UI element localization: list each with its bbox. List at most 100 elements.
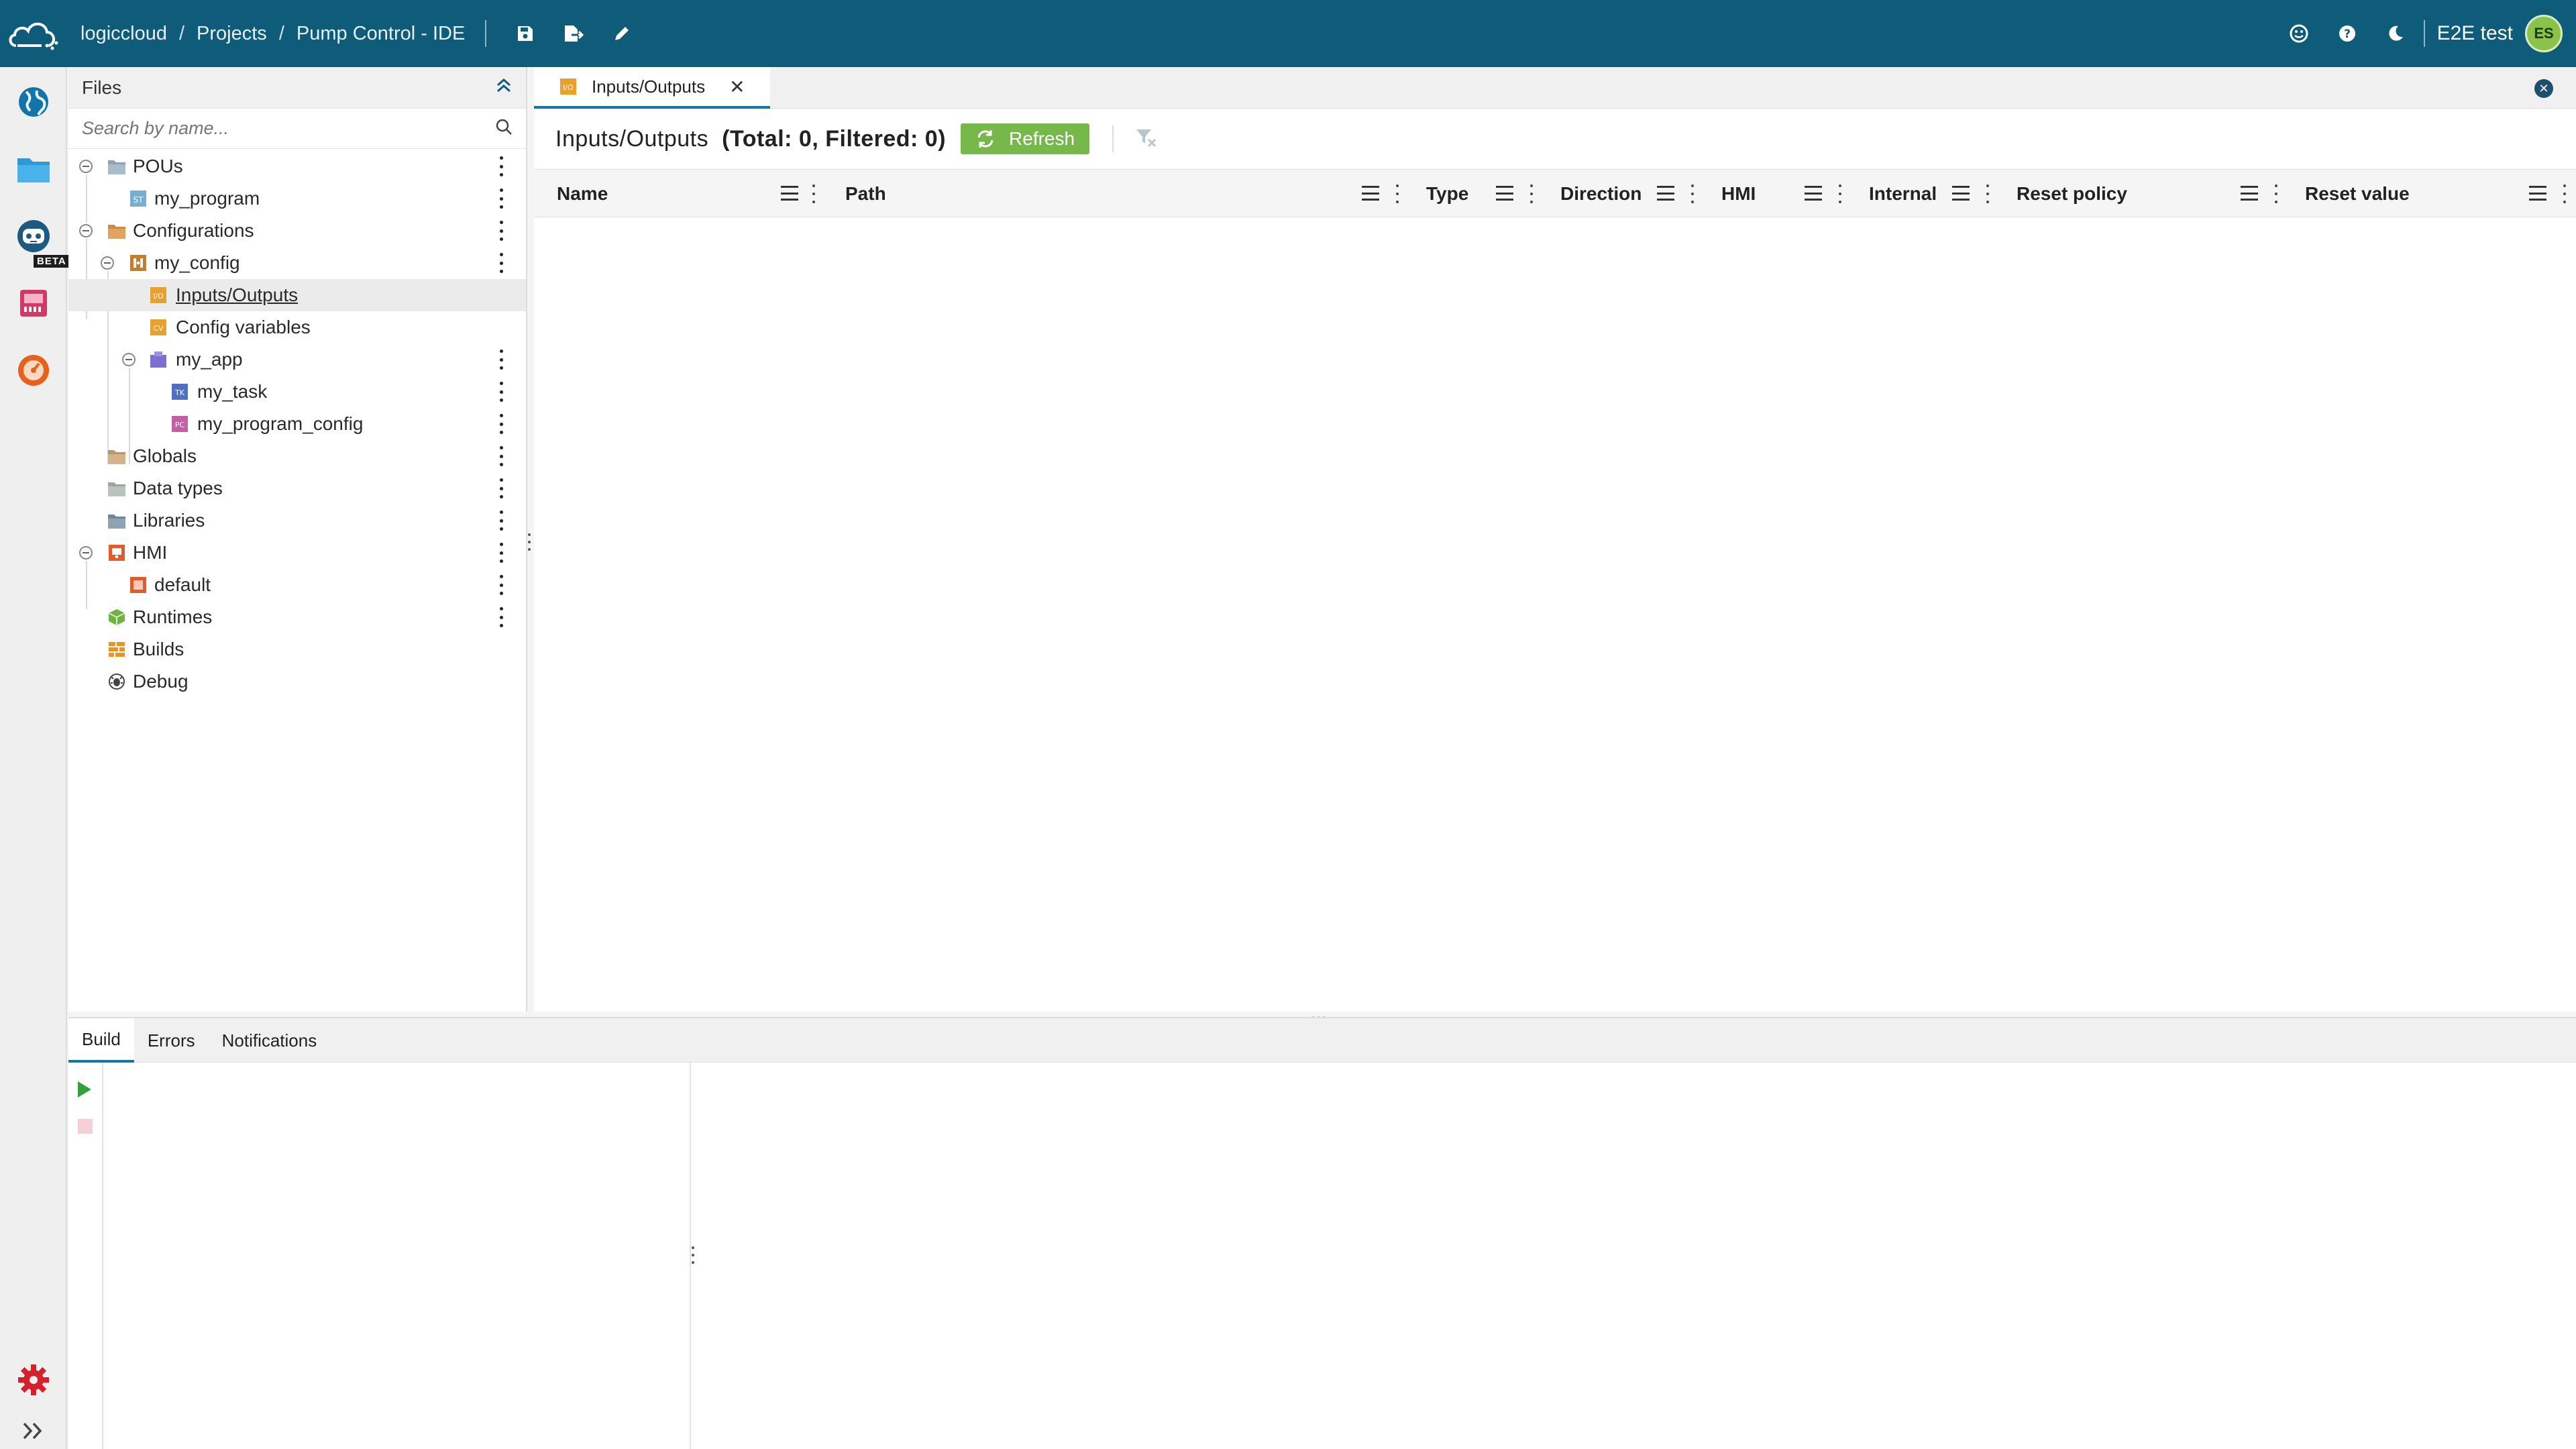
column-menu-icon[interactable] (1952, 186, 1970, 201)
more-menu-icon[interactable] (498, 446, 504, 466)
settings-gear-icon[interactable] (0, 1353, 67, 1407)
column-header-name[interactable]: Name (557, 170, 608, 218)
breadcrumb-projects[interactable]: Projects (197, 23, 267, 45)
tree-item-my-program-config[interactable]: PC my_program_config (68, 408, 526, 440)
cloud-logo-icon[interactable] (0, 0, 67, 67)
breadcrumb-root[interactable]: logiccloud (80, 23, 167, 45)
tree-item-label: my_task (197, 381, 268, 402)
column-resize-handle[interactable] (1690, 184, 1695, 203)
close-all-tabs-icon[interactable]: ✕ (2534, 79, 2553, 98)
more-menu-icon[interactable] (498, 382, 504, 402)
tree-item-default[interactable]: default (68, 569, 526, 601)
feedback-icon[interactable] (2275, 0, 2323, 67)
column-menu-icon[interactable] (1805, 186, 1822, 201)
stop-icon[interactable] (78, 1119, 93, 1134)
more-menu-icon[interactable] (498, 543, 504, 563)
tree-item-label: POUs (133, 156, 183, 176)
tab-errors[interactable]: Errors (134, 1018, 209, 1063)
divider (1112, 125, 1114, 152)
collapse-toggle-icon[interactable] (101, 256, 114, 270)
column-header-direction[interactable]: Direction (1560, 170, 1642, 218)
build-list (103, 1063, 691, 1449)
expand-rail-icon[interactable] (0, 1404, 67, 1449)
tree-item-runtimes[interactable]: Runtimes (68, 601, 526, 633)
export-icon[interactable] (549, 0, 598, 67)
play-icon[interactable] (78, 1081, 91, 1097)
more-menu-icon[interactable] (498, 189, 504, 209)
tab-inputs-outputs[interactable]: I/O Inputs/Outputs ✕ (534, 67, 770, 109)
more-menu-icon[interactable] (498, 414, 504, 434)
tree-item-my-config[interactable]: my_config (68, 247, 526, 279)
folder-icon (108, 160, 125, 174)
collapse-toggle-icon[interactable] (122, 353, 136, 366)
tree-item-data-types[interactable]: Data types (68, 472, 526, 504)
panel-resize-handle[interactable] (527, 533, 531, 551)
more-menu-icon[interactable] (498, 607, 504, 627)
editor-area: I/O Inputs/Outputs ✕ ✕ Inputs/Outputs (T… (534, 67, 2576, 1012)
tree-item-libraries[interactable]: Libraries (68, 504, 526, 537)
more-menu-icon[interactable] (498, 511, 504, 531)
more-menu-icon[interactable] (498, 478, 504, 498)
tree-item-my-task[interactable]: TK my_task (68, 376, 526, 408)
column-menu-icon[interactable] (2241, 186, 2258, 201)
tree-item-configurations[interactable]: Configurations (68, 215, 526, 247)
clear-filter-icon[interactable] (1135, 127, 1157, 151)
column-menu-icon[interactable] (1657, 186, 1674, 201)
column-resize-handle[interactable] (1986, 184, 1990, 203)
tab-notifications[interactable]: Notifications (209, 1018, 331, 1063)
breadcrumb-project[interactable]: Pump Control - IDE (297, 23, 465, 45)
collapse-up-icon[interactable] (495, 76, 513, 99)
avatar[interactable]: ES (2525, 15, 2563, 52)
monitor-icon[interactable] (0, 343, 67, 397)
tab-build[interactable]: Build (68, 1018, 134, 1063)
column-header-reset-policy[interactable]: Reset policy (2017, 170, 2127, 218)
globe-icon[interactable] (0, 75, 67, 129)
search-icon[interactable] (495, 118, 513, 139)
more-menu-icon[interactable] (498, 350, 504, 370)
more-menu-icon[interactable] (498, 221, 504, 241)
column-resize-handle[interactable] (1529, 184, 1534, 203)
column-header-hmi[interactable]: HMI (1721, 170, 1756, 218)
column-resize-handle[interactable] (2563, 184, 2567, 203)
tree-item-pous[interactable]: POUs (68, 150, 526, 182)
tree-item-inputs-outputs[interactable]: I/O Inputs/Outputs (68, 279, 526, 311)
user-name[interactable]: E2E test (2437, 22, 2513, 45)
column-resize-handle[interactable] (1838, 184, 1842, 203)
column-menu-icon[interactable] (1362, 186, 1379, 201)
tree-item-my-app[interactable]: my_app (68, 343, 526, 376)
tree-item-hmi[interactable]: HMI (68, 537, 526, 569)
libraries-folder-icon (108, 515, 125, 529)
column-header-path[interactable]: Path (845, 170, 886, 218)
search-input[interactable] (82, 118, 495, 139)
tree-item-globals[interactable]: Globals (68, 440, 526, 472)
edit-icon[interactable] (598, 0, 646, 67)
tree-item-debug[interactable]: Debug (68, 665, 526, 698)
folder-icon[interactable] (0, 142, 67, 196)
collapse-toggle-icon[interactable] (79, 160, 93, 173)
tree-item-builds[interactable]: Builds (68, 633, 526, 665)
tree-item-my-program[interactable]: ST my_program (68, 182, 526, 215)
column-resize-handle[interactable] (1395, 184, 1399, 203)
build-resize-handle[interactable] (691, 1246, 695, 1264)
tree-item-label: Runtimes (133, 606, 213, 627)
column-menu-icon[interactable] (1496, 186, 1513, 201)
device-icon[interactable] (0, 276, 67, 330)
more-menu-icon[interactable] (498, 156, 504, 176)
more-menu-icon[interactable] (498, 575, 504, 595)
column-resize-handle[interactable] (2274, 184, 2278, 203)
collapse-toggle-icon[interactable] (79, 546, 93, 559)
column-header-reset-value[interactable]: Reset value (2305, 170, 2410, 218)
column-menu-icon[interactable] (781, 186, 798, 201)
collapse-toggle-icon[interactable] (79, 224, 93, 237)
save-icon[interactable] (501, 0, 549, 67)
dark-mode-icon[interactable] (2371, 0, 2420, 67)
help-icon[interactable]: ? (2323, 0, 2371, 67)
column-resize-handle[interactable] (812, 184, 816, 203)
column-header-type[interactable]: Type (1426, 170, 1468, 218)
column-header-internal[interactable]: Internal (1869, 170, 1937, 218)
tree-item-config-variables[interactable]: CV Config variables (68, 311, 526, 343)
column-menu-icon[interactable] (2529, 186, 2546, 201)
refresh-button[interactable]: Refresh (961, 123, 1090, 154)
more-menu-icon[interactable] (498, 253, 504, 273)
close-icon[interactable]: ✕ (729, 76, 745, 98)
